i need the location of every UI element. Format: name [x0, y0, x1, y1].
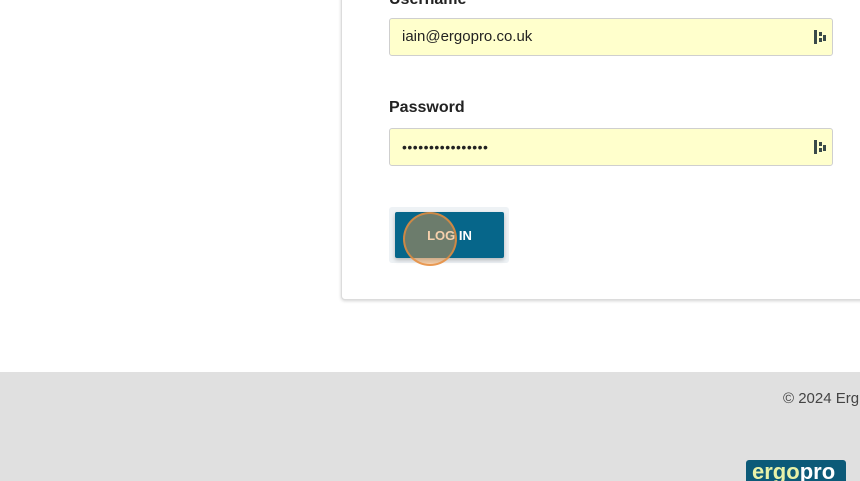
ergopro-logo[interactable]: ergopro — [746, 460, 846, 481]
logo-ergo-text: ergo — [752, 460, 800, 481]
login-page: Username iain@ergopro.co.uk Password •••… — [0, 0, 860, 481]
password-value: •••••••••••••••• — [402, 139, 489, 155]
copyright-text: © 2024 Erg — [783, 390, 860, 407]
logo-pro-text: pro — [799, 460, 836, 481]
footer: © 2024 Erg ergopro — [0, 372, 860, 481]
password-manager-icon[interactable] — [814, 140, 826, 154]
username-label: Username — [389, 0, 466, 9]
login-button[interactable]: LOG IN — [395, 212, 504, 258]
username-value: iain@ergopro.co.uk — [402, 28, 533, 45]
password-manager-icon[interactable] — [814, 30, 826, 44]
password-label: Password — [389, 99, 465, 116]
username-field[interactable]: iain@ergopro.co.uk — [389, 18, 833, 56]
password-field[interactable]: •••••••••••••••• — [389, 128, 833, 166]
